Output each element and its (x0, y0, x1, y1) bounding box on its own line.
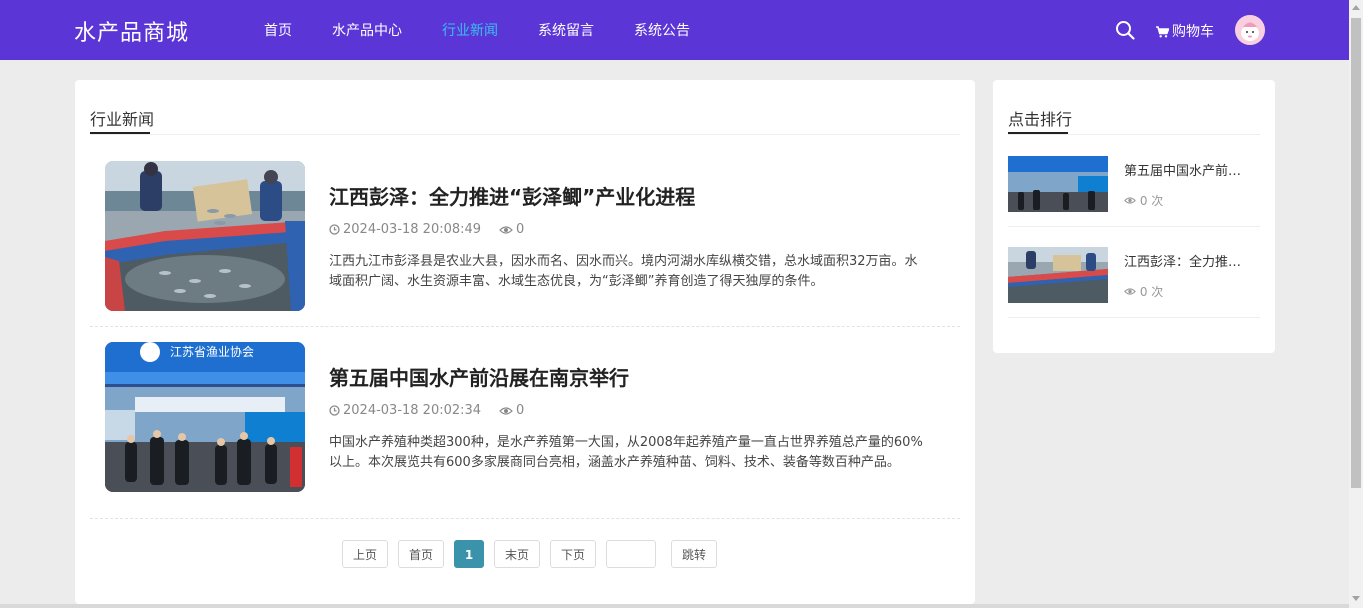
nav-announcements[interactable]: 系统公告 (634, 20, 690, 40)
site-logo[interactable]: 水产品商城 (74, 15, 189, 47)
image-banner-text: 江苏省渔业协会 (170, 344, 254, 359)
top-nav-bar: 水产品商城 首页 水产品中心 行业新闻 系统留言 系统公告 购物车 (0, 0, 1349, 60)
scroll-down-arrow-icon[interactable] (1352, 596, 1360, 601)
pagination-prev-button[interactable]: 上页 (342, 540, 388, 568)
nav-messages[interactable]: 系统留言 (538, 20, 594, 40)
cart-link[interactable]: 购物车 (1156, 21, 1214, 41)
clock-icon (329, 224, 340, 235)
ranking-item-views: 0 次 (1124, 283, 1163, 300)
eye-icon (1124, 197, 1136, 204)
pagination-first-button[interactable]: 首页 (398, 540, 444, 568)
eye-icon (499, 226, 513, 234)
article-date: 2024-03-18 20:02:34 (329, 403, 481, 418)
article-title[interactable]: 江西彭泽：全力推进“彭泽鲫”产业化进程 (329, 181, 695, 210)
ranking-thumbnail[interactable] (1008, 247, 1108, 303)
ranking-panel: 点击排行 第五届中国水产前沿展在南京举行 0 次 江西彭泽：全力推进“彭泽鲫”产… (993, 80, 1275, 353)
article-views: 0 (499, 403, 524, 418)
eye-icon (499, 407, 513, 415)
section-divider (90, 134, 960, 135)
pagination-next-button[interactable]: 下页 (550, 540, 596, 568)
ranking-thumbnail[interactable] (1008, 156, 1108, 212)
clock-icon (329, 405, 340, 416)
nav-home[interactable]: 首页 (264, 20, 292, 40)
ranking-item-title[interactable]: 江西彭泽：全力推进“彭泽鲫”产业化进程 (1124, 251, 1254, 270)
nav-products[interactable]: 水产品中心 (332, 20, 402, 40)
section-title: 行业新闻 (90, 110, 155, 129)
scrollbar-thumb[interactable] (1351, 18, 1361, 488)
vertical-scrollbar[interactable] (1349, 0, 1363, 608)
ranking-item-views: 0 次 (1124, 192, 1163, 209)
sidebar-divider (1008, 134, 1260, 135)
scroll-up-arrow-icon[interactable] (1352, 5, 1360, 10)
sidebar-title: 点击排行 (1008, 110, 1073, 129)
eye-icon (1124, 288, 1136, 295)
page-bottom-edge (0, 604, 1349, 608)
article-date: 2024-03-18 20:08:49 (329, 222, 481, 237)
cart-label: 购物车 (1172, 24, 1214, 40)
article-divider (90, 518, 960, 519)
article-title[interactable]: 第五届中国水产前沿展在南京举行 (329, 362, 629, 391)
pagination-current-page[interactable]: 1 (454, 540, 484, 568)
ranking-item-title[interactable]: 第五届中国水产前沿展在南京举行 (1124, 160, 1254, 179)
ranking-divider (1008, 226, 1260, 227)
pagination-jump-button[interactable]: 跳转 (671, 540, 717, 568)
pagination-last-button[interactable]: 末页 (494, 540, 540, 568)
article-divider (90, 326, 960, 327)
ranking-divider (1008, 317, 1260, 318)
article-views: 0 (499, 222, 524, 237)
page-number-input[interactable] (606, 540, 656, 568)
search-icon[interactable] (1115, 20, 1135, 40)
article-summary: 中国水产养殖种类超300种，是水产养殖第一大国，从2008年起养殖产量一直占世界… (329, 435, 923, 470)
article-thumbnail[interactable] (105, 161, 305, 311)
article-thumbnail[interactable]: 江苏省渔业协会 (105, 342, 305, 492)
cart-icon (1156, 26, 1170, 38)
user-avatar[interactable] (1235, 15, 1265, 45)
nav-industry-news[interactable]: 行业新闻 (442, 20, 498, 40)
news-list-panel: 行业新闻 江西彭泽：全力推进“彭泽鲫”产业化进程 2024-03-18 20:0… (75, 80, 975, 604)
article-summary: 江西九江市彭泽县是农业大县，因水而名、因水而兴。境内河湖水库纵横交错，总水域面积… (329, 254, 918, 289)
